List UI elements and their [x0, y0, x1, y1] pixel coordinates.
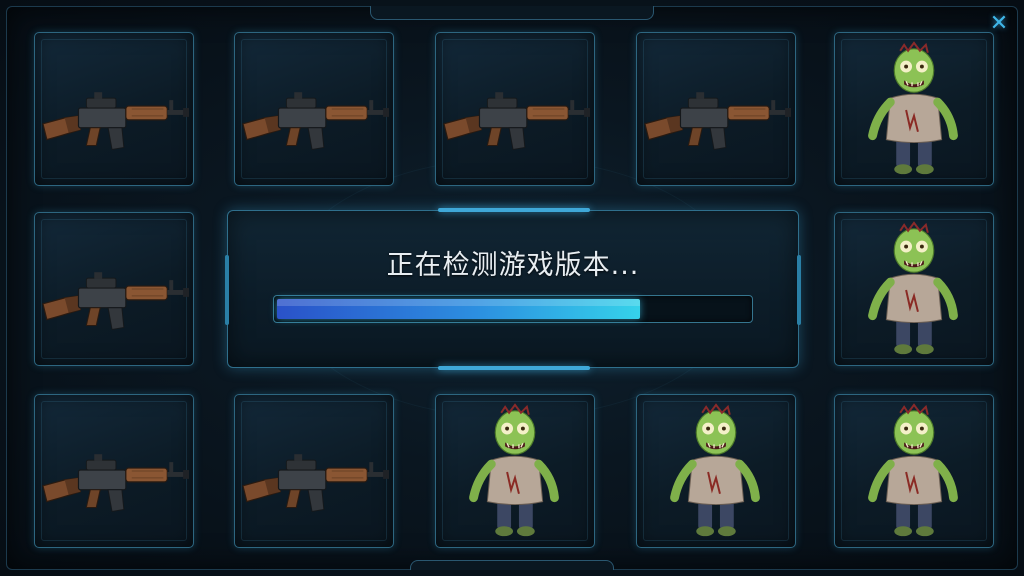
dialog-top-accent	[438, 208, 590, 212]
progress-bar	[273, 295, 753, 323]
zombie-icon	[835, 395, 993, 547]
rifle-icon	[235, 395, 393, 547]
frame-top-notch	[370, 6, 654, 20]
loading-dialog: 正在检测游戏版本...	[225, 208, 801, 370]
zombie-icon	[835, 213, 993, 365]
rifle-icon	[436, 33, 594, 185]
rifle-icon	[35, 33, 193, 185]
rifle-icon	[35, 213, 193, 365]
item-tile-r3c1[interactable]	[34, 394, 194, 548]
item-tile-r1c5[interactable]	[834, 32, 994, 186]
item-tile-r3c3[interactable]	[435, 394, 595, 548]
zombie-icon	[436, 395, 594, 547]
item-tile-r2c5[interactable]	[834, 212, 994, 366]
rifle-icon	[35, 395, 193, 547]
item-tile-r1c3[interactable]	[435, 32, 595, 186]
item-tile-r1c4[interactable]	[636, 32, 796, 186]
dialog-bottom-accent	[438, 366, 590, 370]
item-tile-r2c1[interactable]	[34, 212, 194, 366]
item-tile-r1c2[interactable]	[234, 32, 394, 186]
item-tile-r3c4[interactable]	[636, 394, 796, 548]
loading-status-text: 正在检测游戏版本...	[386, 250, 640, 281]
rifle-icon	[235, 33, 393, 185]
item-tile-r3c2[interactable]	[234, 394, 394, 548]
item-tile-r3c5[interactable]	[834, 394, 994, 548]
progress-bar-fill	[277, 299, 640, 319]
frame-bottom-notch	[410, 560, 614, 570]
game-loading-screen: ✕ 正在检测游戏版本...	[0, 0, 1024, 576]
zombie-icon	[835, 33, 993, 185]
zombie-icon	[637, 395, 795, 547]
item-tile-r1c1[interactable]	[34, 32, 194, 186]
close-icon: ✕	[989, 10, 1009, 36]
rifle-icon	[637, 33, 795, 185]
